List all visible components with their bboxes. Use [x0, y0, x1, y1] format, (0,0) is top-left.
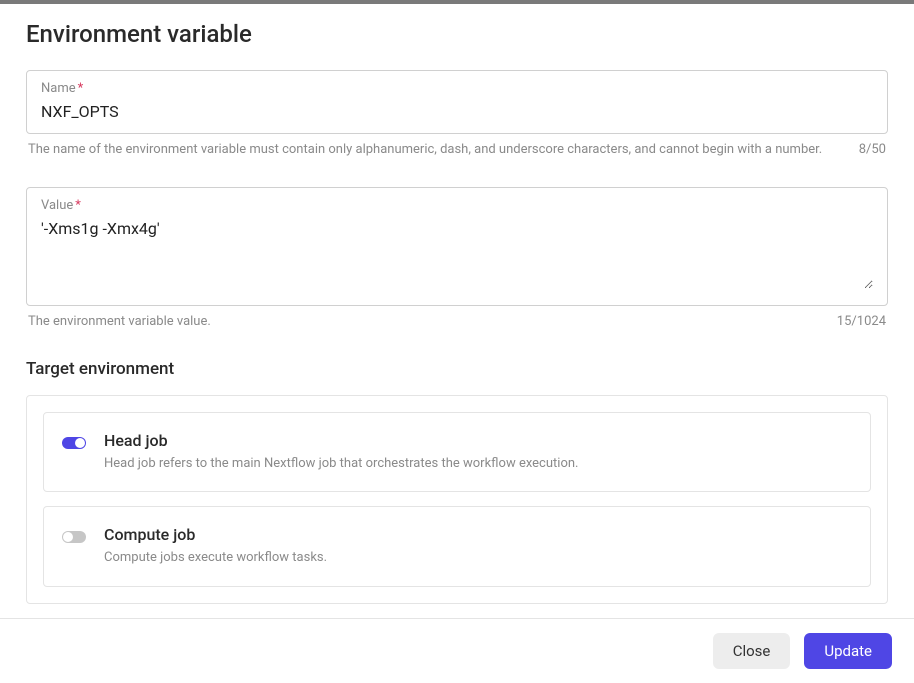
- required-indicator: *: [78, 81, 84, 96]
- toggle-head-job[interactable]: [62, 437, 86, 449]
- value-field-box: Value*: [26, 187, 888, 306]
- toggle-knob: [63, 532, 73, 542]
- target-title-head-job: Head job: [104, 431, 852, 450]
- target-card-compute-job: Compute job Compute jobs execute workflo…: [43, 506, 871, 587]
- target-text: Compute job Compute jobs execute workflo…: [104, 525, 852, 568]
- dialog-footer: Close Update: [0, 618, 914, 683]
- close-button[interactable]: Close: [713, 633, 791, 669]
- name-char-counter: 8/50: [859, 140, 886, 161]
- name-field-label: Name*: [41, 81, 873, 96]
- required-indicator: *: [75, 198, 81, 213]
- target-card-head-job: Head job Head job refers to the main Nex…: [43, 412, 871, 493]
- value-char-counter: 15/1024: [837, 312, 886, 333]
- value-helper-text: The environment variable value.: [28, 312, 817, 333]
- value-helper-row: The environment variable value. 15/1024: [26, 312, 888, 333]
- target-desc-head-job: Head job refers to the main Nextflow job…: [104, 454, 852, 474]
- update-button[interactable]: Update: [804, 633, 892, 669]
- dialog-content: Environment variable Name* The name of t…: [0, 4, 914, 618]
- name-field-box: Name*: [26, 70, 888, 134]
- target-title-compute-job: Compute job: [104, 525, 852, 544]
- name-input[interactable]: [41, 102, 873, 121]
- name-helper-row: The name of the environment variable mus…: [26, 140, 888, 161]
- dialog-title: Environment variable: [26, 20, 888, 48]
- target-section-heading: Target environment: [26, 359, 888, 379]
- value-label-text: Value: [41, 198, 73, 213]
- value-textarea[interactable]: [41, 219, 873, 289]
- toggle-compute-job[interactable]: [62, 531, 86, 543]
- name-helper-text: The name of the environment variable mus…: [28, 140, 839, 161]
- target-desc-compute-job: Compute jobs execute workflow tasks.: [104, 548, 852, 568]
- name-label-text: Name: [41, 81, 76, 96]
- target-container: Head job Head job refers to the main Nex…: [26, 395, 888, 604]
- toggle-knob: [75, 438, 85, 448]
- target-text: Head job Head job refers to the main Nex…: [104, 431, 852, 474]
- value-field-label: Value*: [41, 198, 873, 213]
